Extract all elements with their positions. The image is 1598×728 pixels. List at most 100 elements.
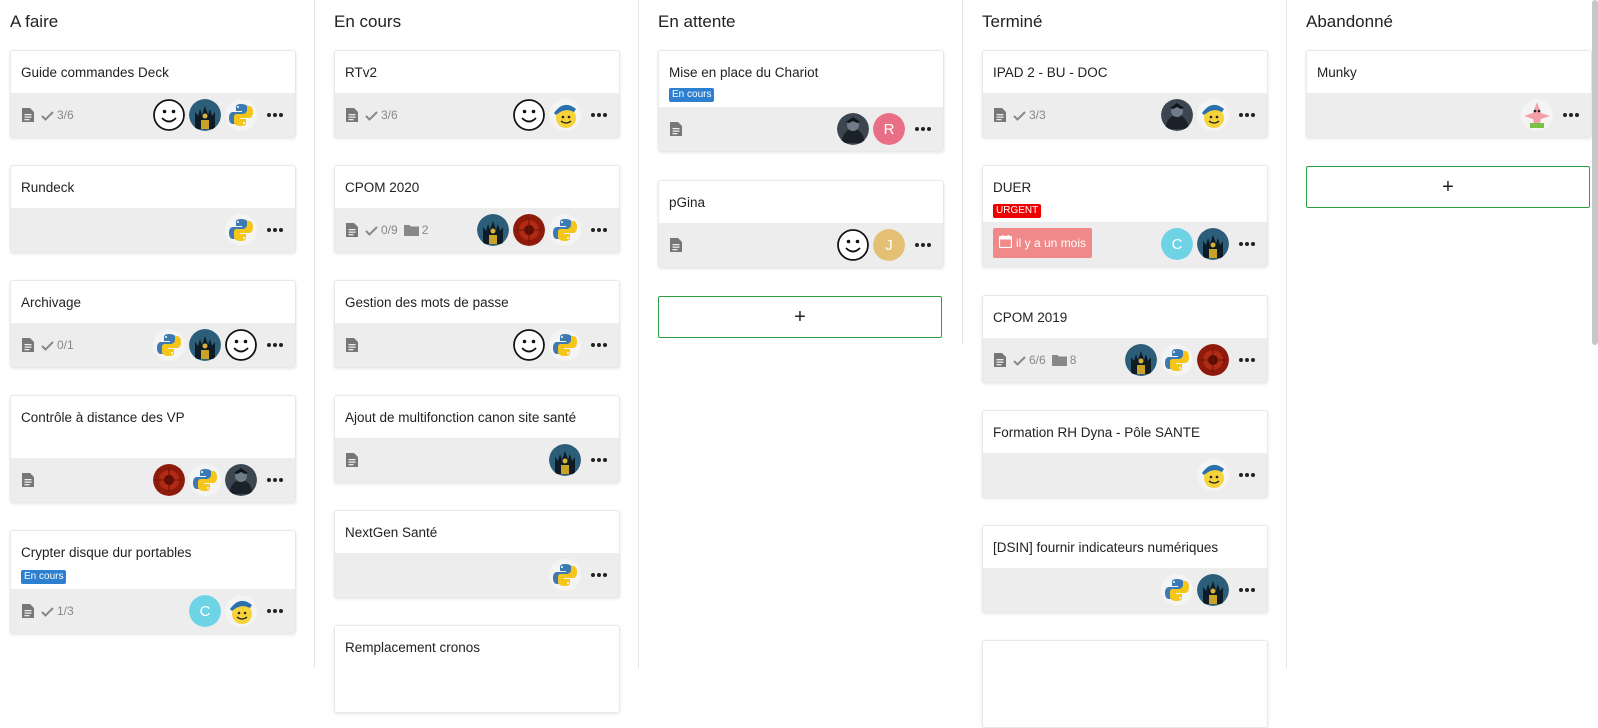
card-menu-button[interactable]: [1561, 105, 1581, 125]
card-menu-button[interactable]: [265, 335, 285, 355]
user-avatar[interactable]: C: [189, 595, 221, 627]
user-avatar[interactable]: [513, 329, 545, 361]
user-avatar[interactable]: [153, 329, 185, 361]
card-menu-button[interactable]: [589, 450, 609, 470]
card[interactable]: Munky: [1306, 50, 1592, 138]
card-meta: 3/3: [993, 93, 1046, 137]
card[interactable]: [DSIN] fournir indicateurs numériques: [982, 525, 1268, 613]
card-menu-button[interactable]: [265, 105, 285, 125]
card[interactable]: Gestion des mots de passe: [334, 280, 620, 368]
assigned-users: [153, 464, 257, 496]
user-avatar[interactable]: [189, 99, 221, 131]
card[interactable]: Archivage 0/1: [10, 280, 296, 368]
add-card-button[interactable]: +: [658, 296, 942, 338]
user-avatar[interactable]: [189, 464, 221, 496]
add-card-button[interactable]: +: [1306, 166, 1590, 208]
user-avatar[interactable]: [549, 559, 581, 591]
stack-title: A faire: [10, 12, 59, 31]
user-avatar[interactable]: [153, 464, 185, 496]
user-avatar[interactable]: [225, 329, 257, 361]
user-avatar[interactable]: [549, 99, 581, 131]
card-menu-button[interactable]: [1237, 234, 1257, 254]
user-avatar[interactable]: [1521, 99, 1553, 131]
card-footer: [1307, 93, 1591, 137]
description-icon: [345, 222, 359, 238]
user-avatar[interactable]: [225, 214, 257, 246]
card-footer: 1/3 C: [11, 589, 295, 633]
card[interactable]: Mise en place du Chariot En cours R: [658, 50, 944, 152]
user-avatar[interactable]: [225, 595, 257, 627]
user-avatar[interactable]: [1161, 574, 1193, 606]
card[interactable]: Guide commandes Deck 3/6: [10, 50, 296, 138]
card[interactable]: Remplacement cronos: [334, 625, 620, 713]
check-icon: [41, 340, 54, 351]
card-title: Mise en place du Chariot: [669, 65, 819, 80]
card-title: DUER: [993, 180, 1032, 195]
scrollbar[interactable]: [1592, 0, 1598, 345]
card-menu-button[interactable]: [1237, 465, 1257, 485]
user-avatar[interactable]: [513, 214, 545, 246]
user-avatar[interactable]: [1125, 344, 1157, 376]
user-avatar[interactable]: C: [1161, 228, 1193, 260]
user-avatar[interactable]: [225, 464, 257, 496]
card[interactable]: Rundeck: [10, 165, 296, 253]
card-menu-button[interactable]: [589, 105, 609, 125]
card[interactable]: RTv2 3/6: [334, 50, 620, 138]
card[interactable]: [982, 640, 1268, 728]
card-menu-button[interactable]: [1237, 105, 1257, 125]
user-avatar[interactable]: [1161, 344, 1193, 376]
user-avatar[interactable]: [477, 214, 509, 246]
card[interactable]: Ajout de multifonction canon site santé: [334, 395, 620, 483]
card[interactable]: CPOM 2019 6/6 8: [982, 295, 1268, 383]
user-avatar[interactable]: [1197, 228, 1229, 260]
svg-text:C: C: [1172, 236, 1183, 253]
card-menu-button[interactable]: [1237, 580, 1257, 600]
checklist-count: 0/9: [365, 223, 398, 237]
check-icon: [365, 225, 378, 236]
user-avatar[interactable]: [225, 99, 257, 131]
user-avatar[interactable]: [189, 329, 221, 361]
card[interactable]: Crypter disque dur portables En cours 1/…: [10, 530, 296, 634]
card-footer: [983, 453, 1267, 497]
svg-text:C: C: [200, 603, 211, 620]
card[interactable]: Contrôle à distance des VP: [10, 395, 296, 503]
card-menu-button[interactable]: [1237, 350, 1257, 370]
card-menu-button[interactable]: [589, 565, 609, 585]
user-avatar[interactable]: [1197, 344, 1229, 376]
stack-en-cours: En cours RTv2 3/6 CPOM 2020 0/9 2 Gestio…: [324, 0, 638, 713]
user-avatar[interactable]: [549, 214, 581, 246]
user-avatar[interactable]: [153, 99, 185, 131]
card[interactable]: pGina J: [658, 180, 944, 268]
card-title: RTv2: [345, 65, 378, 80]
user-avatar[interactable]: [1197, 574, 1229, 606]
card-footer: il y a un mois C: [983, 222, 1267, 266]
user-avatar[interactable]: J: [873, 229, 905, 261]
card[interactable]: IPAD 2 - BU - DOC 3/3: [982, 50, 1268, 138]
card[interactable]: Formation RH Dyna - Pôle SANTE: [982, 410, 1268, 498]
card[interactable]: CPOM 2020 0/9 2: [334, 165, 620, 253]
card-menu-button[interactable]: [589, 335, 609, 355]
card-meta: 0/9 2: [345, 208, 428, 252]
user-avatar[interactable]: [1197, 99, 1229, 131]
card-menu-button[interactable]: [589, 220, 609, 240]
card-menu-button[interactable]: [265, 601, 285, 621]
user-avatar[interactable]: R: [873, 113, 905, 145]
card[interactable]: DUER URGENT il y a un mois C: [982, 165, 1268, 267]
user-avatar[interactable]: [549, 444, 581, 476]
description-icon: [21, 472, 35, 488]
user-avatar[interactable]: [1161, 99, 1193, 131]
assigned-users: J: [837, 229, 905, 261]
card-menu-button[interactable]: [913, 119, 933, 139]
due-date-badge[interactable]: il y a un mois: [993, 228, 1093, 258]
card-menu-button[interactable]: [265, 220, 285, 240]
card[interactable]: NextGen Santé: [334, 510, 620, 598]
user-avatar[interactable]: [549, 329, 581, 361]
user-avatar[interactable]: [1197, 459, 1229, 491]
card-menu-button[interactable]: [913, 235, 933, 255]
user-avatar[interactable]: [513, 99, 545, 131]
user-avatar[interactable]: [837, 229, 869, 261]
card-meta: [345, 438, 359, 482]
user-avatar[interactable]: [837, 113, 869, 145]
card-menu-button[interactable]: [265, 470, 285, 490]
deck-board: A faire Guide commandes Deck 3/6 Rundeck: [0, 0, 1598, 728]
